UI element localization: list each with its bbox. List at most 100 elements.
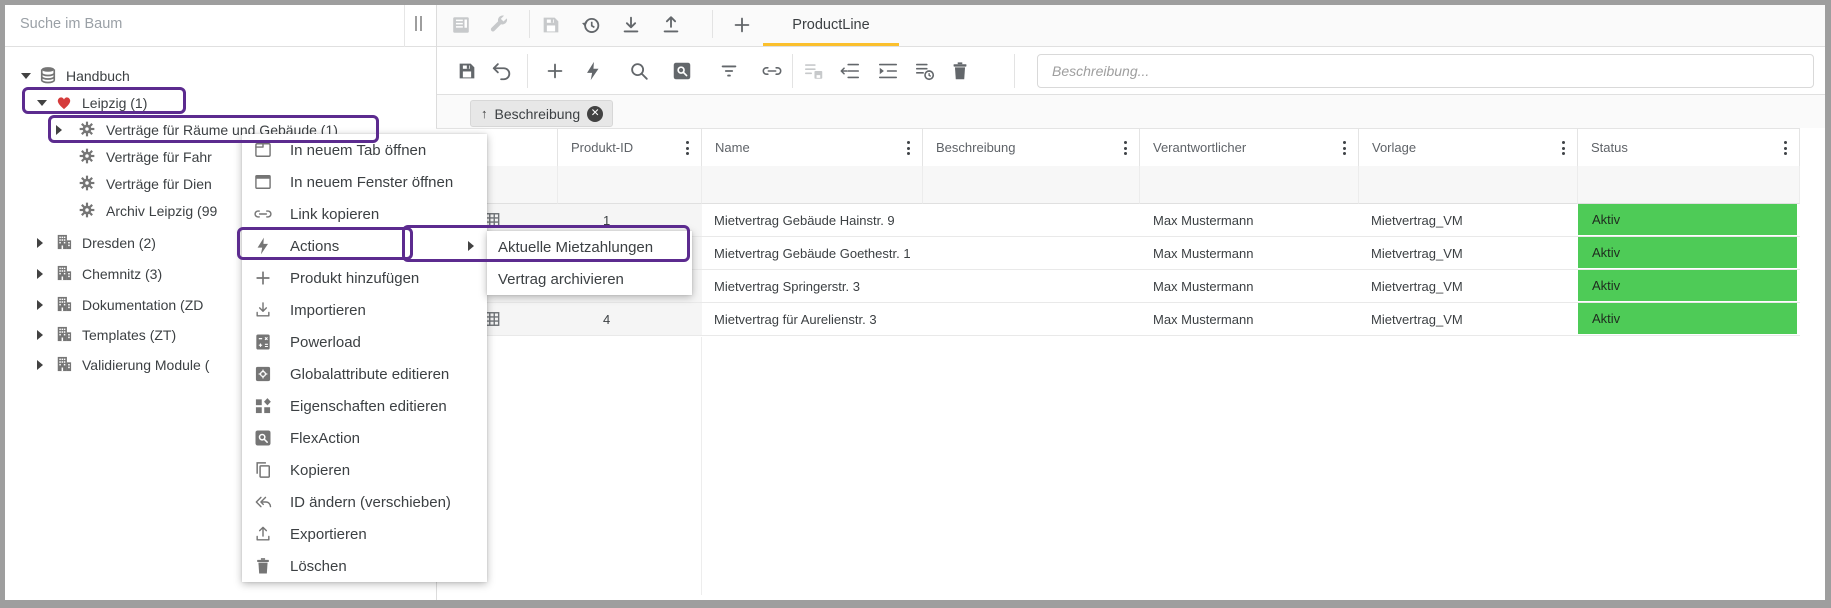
menu-item-produkt-hinzuf-gen[interactable]: Produkt hinzufügen <box>242 262 487 294</box>
submenu-item-aktuelle-mietzahlungen[interactable]: Aktuelle Mietzahlungen <box>487 231 692 263</box>
column-menu-icon[interactable] <box>1778 139 1792 157</box>
submenu-item-vertrag-archivieren[interactable]: Vertrag archivieren <box>487 263 692 295</box>
expand-right-icon[interactable] <box>37 269 43 279</box>
tree-item-label: Templates (ZT) <box>82 327 176 343</box>
toolbar-grid-border <box>436 94 1826 95</box>
cell-name[interactable]: Mietvertrag Gebäude Goethestr. 1 <box>702 237 923 270</box>
filter-cell[interactable] <box>1578 166 1800 204</box>
filter-cell[interactable] <box>923 166 1140 204</box>
menu-item-exportieren[interactable]: Exportieren <box>242 518 487 550</box>
column-header-produkt_id[interactable]: Produkt-ID <box>558 128 702 166</box>
column-menu-icon[interactable] <box>1556 139 1570 157</box>
menu-item-importieren[interactable]: Importieren <box>242 294 487 326</box>
indent-icon[interactable] <box>877 60 899 82</box>
link-icon[interactable] <box>761 60 783 82</box>
menu-item-id-ndern-verschieben[interactable]: ID ändern (verschieben) <box>242 486 487 518</box>
expand-down-icon[interactable] <box>37 100 47 106</box>
cell-verantwortlicher[interactable]: Max Mustermann <box>1140 270 1359 303</box>
sort-chip-beschreibung[interactable]: ↑ Beschreibung ✕ <box>470 100 613 127</box>
filter-cell[interactable] <box>1140 166 1359 204</box>
cell-name[interactable]: Mietvertrag Gebäude Hainstr. 9 <box>702 204 923 237</box>
cell-verantwortlicher[interactable]: Max Mustermann <box>1140 204 1359 237</box>
filter-cell[interactable] <box>558 166 702 204</box>
save-icon[interactable] <box>456 60 478 82</box>
expand-right-icon[interactable] <box>37 300 43 310</box>
actions-bolt-icon[interactable] <box>582 60 604 82</box>
cell-name[interactable]: Mietvertrag für Aurelienstr. 3 <box>702 303 923 336</box>
cell-verantwortlicher[interactable]: Max Mustermann <box>1140 237 1359 270</box>
menu-item-l-schen[interactable]: Löschen <box>242 550 487 582</box>
menu-item-globalattribute-editieren[interactable]: Globalattribute editieren <box>242 358 487 390</box>
history-icon[interactable] <box>580 14 602 36</box>
column-header-vorlage[interactable]: Vorlage <box>1359 128 1578 166</box>
row-save-icon[interactable] <box>803 60 825 82</box>
column-header-verantwortlicher[interactable]: Verantwortlicher <box>1140 128 1359 166</box>
tab-productline[interactable]: ProductLine <box>763 5 899 44</box>
cell-status[interactable]: Aktiv <box>1578 303 1800 336</box>
cell-vorlage[interactable]: Mietvertrag_VM <box>1359 237 1578 270</box>
menu-item-powerload[interactable]: Powerload <box>242 326 487 358</box>
download-icon[interactable] <box>620 14 642 36</box>
cell-produkt-id[interactable]: 4 <box>558 303 702 336</box>
wrench-icon[interactable] <box>488 14 510 36</box>
panel-resize-handle[interactable] <box>415 16 422 31</box>
cell-status[interactable]: Aktiv <box>1578 270 1800 303</box>
column-menu-icon[interactable] <box>680 139 694 157</box>
menu-item-kopieren[interactable]: Kopieren <box>242 454 487 486</box>
cell-vorlage[interactable]: Mietvertrag_VM <box>1359 270 1578 303</box>
undo-icon[interactable] <box>491 60 513 82</box>
column-menu-icon[interactable] <box>1337 139 1351 157</box>
expand-right-icon[interactable] <box>37 330 43 340</box>
menu-item-in-neuem-tab-ffnen[interactable]: In neuem Tab öffnen <box>242 134 487 166</box>
menu-item-label: ID ändern (verschieben) <box>290 494 451 511</box>
menu-item-eigenschaften-editieren[interactable]: Eigenschaften editieren <box>242 390 487 422</box>
menu-item-link-kopieren[interactable]: Link kopieren <box>242 198 487 230</box>
search-box-border <box>404 5 405 47</box>
menu-item-label: Globalattribute editieren <box>290 366 449 383</box>
expand-right-icon[interactable] <box>37 238 43 248</box>
column-menu-icon[interactable] <box>1118 139 1132 157</box>
remove-sort-icon[interactable]: ✕ <box>587 106 603 122</box>
outdent-icon[interactable] <box>839 60 861 82</box>
cell-vorlage[interactable]: Mietvertrag_VM <box>1359 303 1578 336</box>
row-history-icon[interactable] <box>914 60 936 82</box>
upload-icon[interactable] <box>660 14 682 36</box>
cell-beschreibung[interactable] <box>923 303 1140 336</box>
cell-status[interactable]: Aktiv <box>1578 237 1800 270</box>
filter-icon[interactable] <box>718 60 740 82</box>
cell-vorlage[interactable]: Mietvertrag_VM <box>1359 204 1578 237</box>
expand-down-icon[interactable] <box>21 73 31 79</box>
save-icon[interactable] <box>540 14 562 36</box>
cell-verantwortlicher[interactable]: Max Mustermann <box>1140 303 1359 336</box>
filter-cell[interactable] <box>1359 166 1578 204</box>
filter-cell[interactable] <box>702 166 923 204</box>
tab-label: ProductLine <box>792 17 869 33</box>
frame-bottom <box>0 600 1831 608</box>
tree-search-input[interactable] <box>18 12 388 36</box>
column-header-status[interactable]: Status <box>1578 128 1800 166</box>
column-menu-icon[interactable] <box>901 139 915 157</box>
cell-beschreibung[interactable] <box>923 270 1140 303</box>
menu-item-actions[interactable]: Actions <box>242 230 487 262</box>
cell-status[interactable]: Aktiv <box>1578 204 1800 237</box>
tree-item-handbuch[interactable]: Handbuch <box>5 62 436 89</box>
expand-right-icon[interactable] <box>37 360 43 370</box>
add-icon[interactable] <box>731 14 753 36</box>
add-icon[interactable] <box>544 60 566 82</box>
cell-beschreibung[interactable] <box>923 237 1140 270</box>
expand-right-icon[interactable] <box>56 125 62 135</box>
column-header-beschreibung[interactable]: Beschreibung <box>923 128 1140 166</box>
search-icon[interactable] <box>628 60 650 82</box>
description-filter-input[interactable] <box>1037 54 1814 88</box>
tree-item-leipzig-1[interactable]: Leipzig (1) <box>5 89 436 116</box>
menu-item-flexaction[interactable]: FlexAction <box>242 422 487 454</box>
cell-beschreibung[interactable] <box>923 204 1140 237</box>
details-panel-icon[interactable] <box>450 14 472 36</box>
cell-name[interactable]: Mietvertrag Springerstr. 3 <box>702 270 923 303</box>
menu-item-in-neuem-fenster-ffnen[interactable]: In neuem Fenster öffnen <box>242 166 487 198</box>
submenu-item-label: Aktuelle Mietzahlungen <box>498 239 653 256</box>
delete-icon[interactable] <box>949 60 971 82</box>
move-id-icon <box>253 492 273 512</box>
column-header-name[interactable]: Name <box>702 128 923 166</box>
flexaction-icon[interactable] <box>671 60 693 82</box>
